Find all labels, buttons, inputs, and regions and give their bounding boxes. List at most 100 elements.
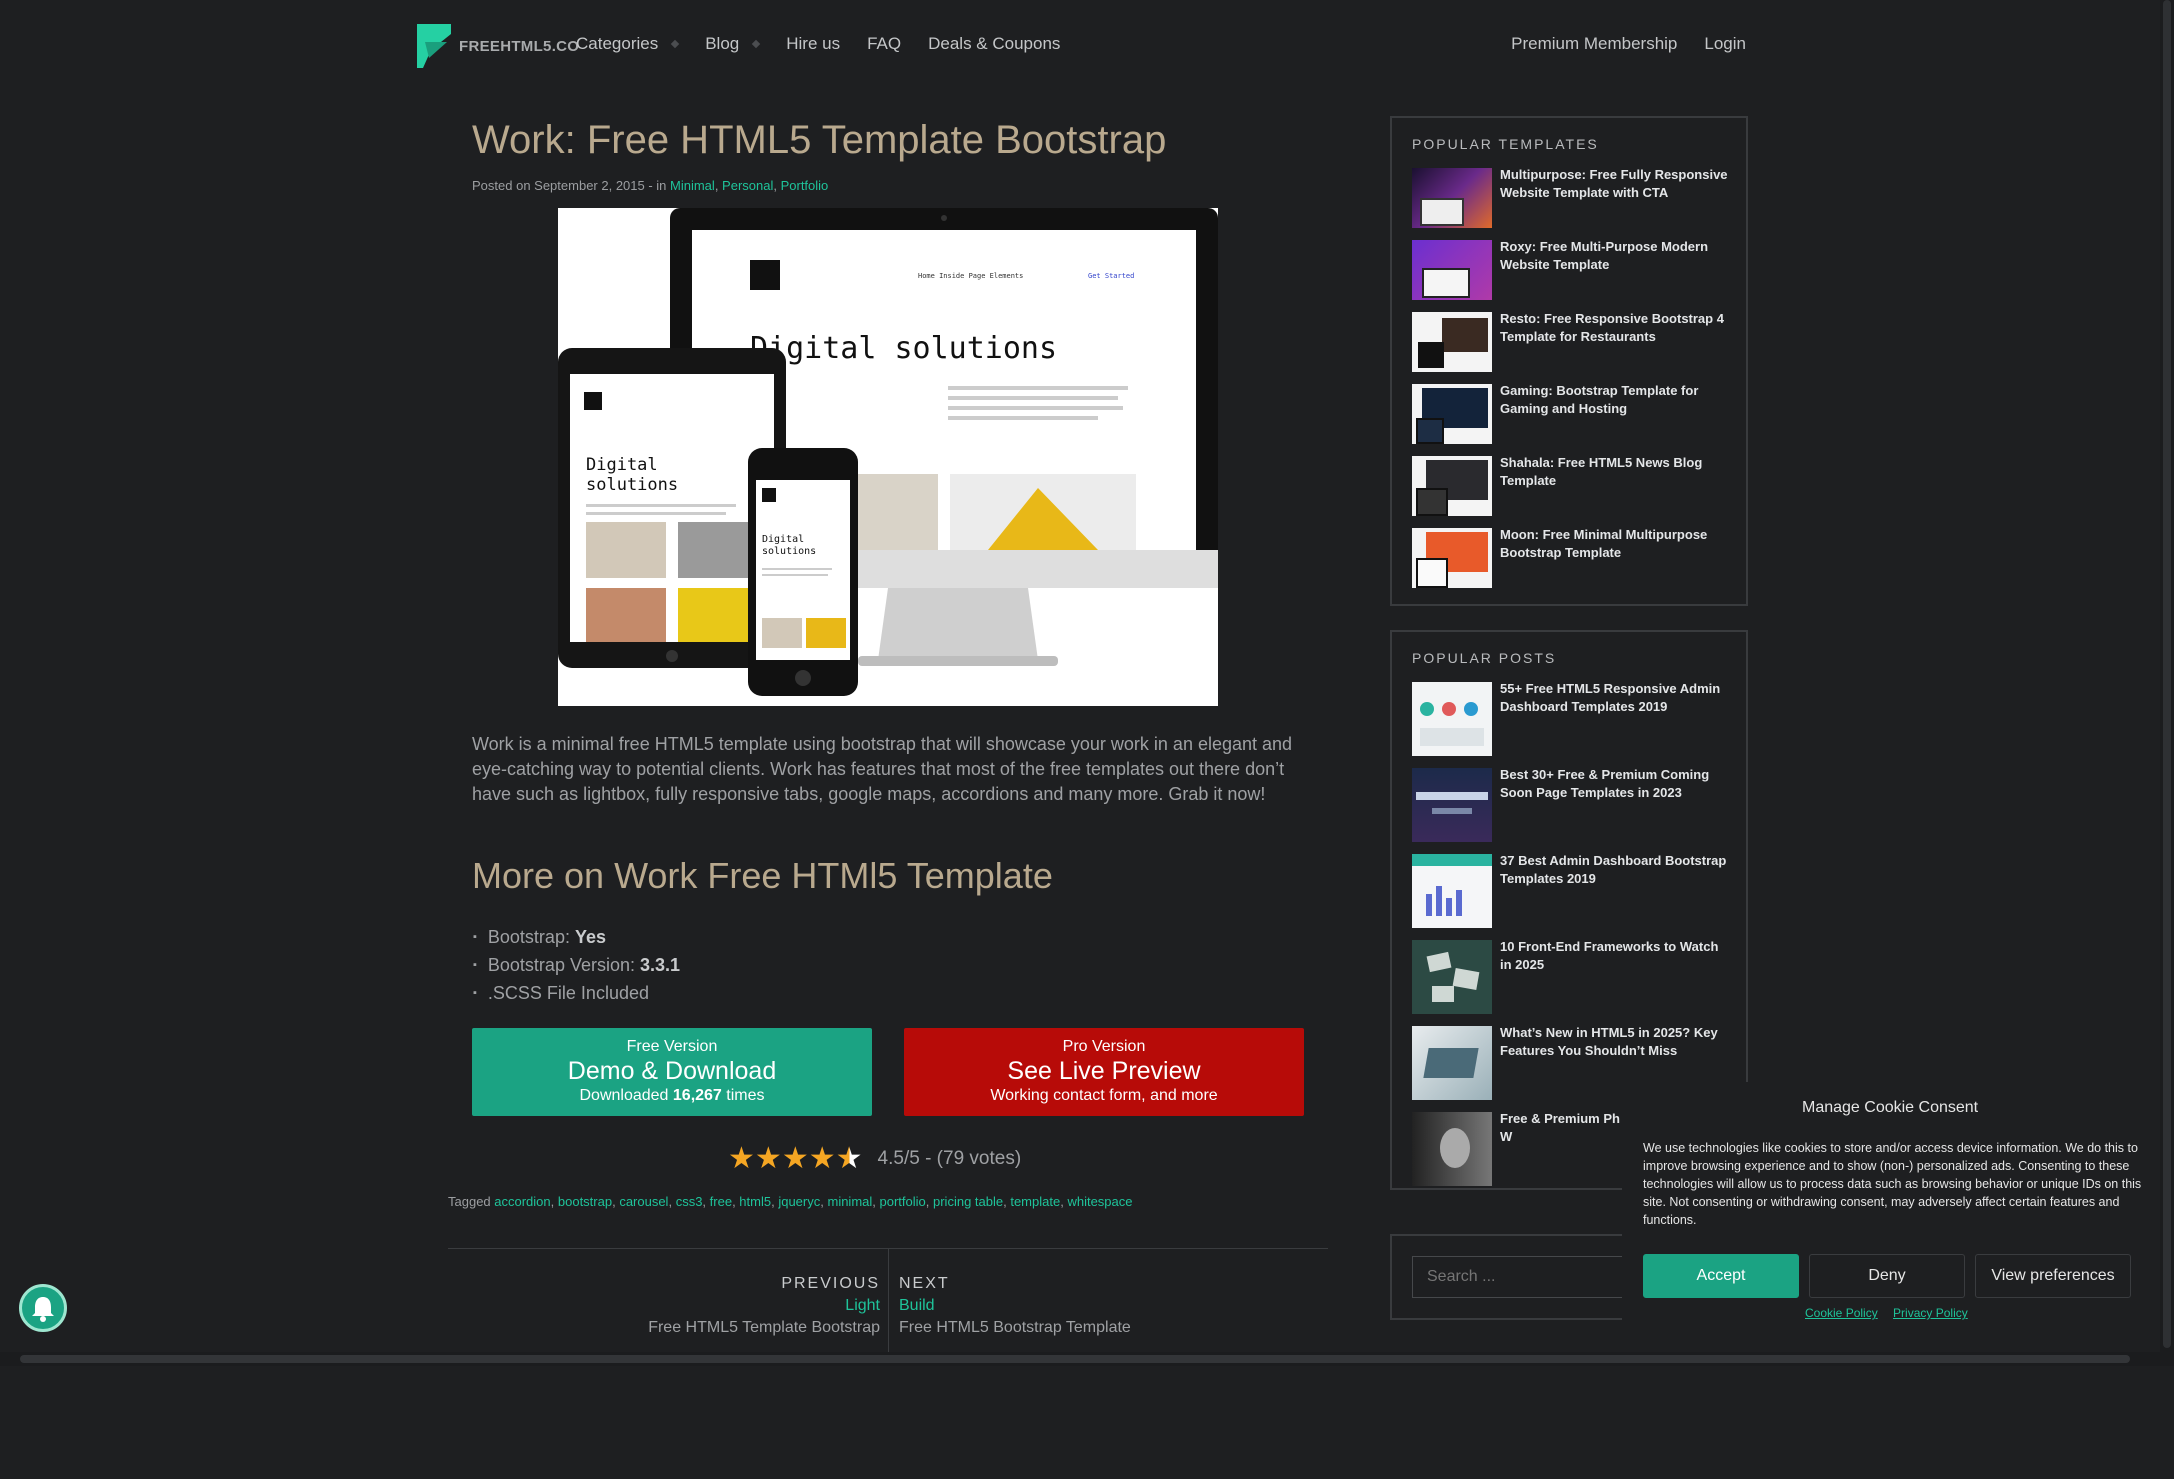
- dropdown-indicator-icon: [752, 39, 761, 49]
- list-item[interactable]: Moon: Free Minimal Multipurpose Bootstra…: [1412, 527, 1732, 588]
- count-prefix: Downloaded: [579, 1087, 673, 1104]
- button-label: Demo & Download: [567, 1057, 777, 1085]
- nav-direction-label: NEXT: [899, 1275, 950, 1292]
- list-item[interactable]: Gaming: Bootstrap Template for Gaming an…: [1412, 383, 1732, 444]
- scrollbar-thumb[interactable]: [20, 1355, 2130, 1363]
- item-title: Shahala: Free HTML5 News Blog Template: [1500, 455, 1703, 488]
- star-icon[interactable]: ★: [755, 1144, 782, 1174]
- svg-text:solutions: solutions: [586, 475, 678, 495]
- thumbnail: [1412, 240, 1492, 300]
- category-link[interactable]: Portfolio: [781, 178, 829, 193]
- tag-list: Tagged accordion, bootstrap, carousel, c…: [448, 1194, 1133, 1209]
- deny-button[interactable]: Deny: [1809, 1254, 1965, 1298]
- tag-link[interactable]: whitespace: [1067, 1194, 1132, 1209]
- thumbnail: [1412, 768, 1492, 842]
- item-title: Best 30+ Free & Premium Coming Soon Page…: [1500, 767, 1710, 800]
- tag-link[interactable]: free: [710, 1194, 732, 1209]
- button-label: See Live Preview: [1007, 1057, 1201, 1085]
- logo-text: FREEHTML5.CO: [459, 37, 580, 55]
- nav-categories[interactable]: Categories: [576, 34, 680, 54]
- tag-link[interactable]: minimal: [827, 1194, 872, 1209]
- item-title: Gaming: Bootstrap Template for Gaming an…: [1500, 383, 1699, 416]
- vertical-scrollbar[interactable]: [2160, 0, 2174, 1366]
- horizontal-scrollbar[interactable]: [0, 1352, 2174, 1366]
- view-preferences-button[interactable]: View preferences: [1975, 1254, 2131, 1298]
- star-rating[interactable]: ★ ★ ★ ★ ★: [728, 1144, 863, 1174]
- section-heading: More on Work Free HTMl5 Template: [472, 855, 1053, 896]
- item-title: 10 Front-End Frameworks to Watch in 2025: [1500, 939, 1719, 972]
- tag-link[interactable]: bootstrap: [558, 1194, 612, 1209]
- spec-value: 3.3.1: [640, 955, 681, 975]
- tag-link[interactable]: jqueryc: [778, 1194, 820, 1209]
- live-preview-button[interactable]: Pro Version See Live Preview Working con…: [904, 1028, 1304, 1116]
- nav-premium-membership[interactable]: Premium Membership: [1511, 34, 1677, 54]
- list-item[interactable]: Roxy: Free Multi-Purpose Modern Website …: [1412, 239, 1732, 300]
- nav-label: Categories: [576, 34, 659, 53]
- main-nav: Categories Blog Hire us FAQ Deals & Coup…: [576, 34, 1087, 54]
- tag-link[interactable]: accordion: [494, 1194, 550, 1209]
- tag-link[interactable]: html5: [739, 1194, 771, 1209]
- button-caption: Pro Version: [1062, 1038, 1146, 1055]
- article: Work: Free HTML5 Template Bootstrap Post…: [448, 112, 1328, 1359]
- nav-login[interactable]: Login: [1704, 34, 1746, 54]
- svg-text:Home Inside Page Elements: Home Inside Page Elements: [918, 272, 1023, 280]
- list-item[interactable]: Best 30+ Free & Premium Coming Soon Page…: [1412, 767, 1732, 842]
- tag-link[interactable]: template: [1010, 1194, 1060, 1209]
- nav-label: Blog: [705, 34, 740, 53]
- tag-link[interactable]: carousel: [619, 1194, 668, 1209]
- dropdown-indicator-icon: [670, 39, 680, 49]
- thumbnail: [1412, 168, 1492, 228]
- item-title: Moon: Free Minimal Multipurpose Bootstra…: [1500, 527, 1708, 560]
- cookie-text: We use technologies like cookies to stor…: [1643, 1141, 2142, 1227]
- widget-title: POPULAR TEMPLATES: [1412, 136, 1599, 152]
- category-link[interactable]: Minimal: [670, 178, 715, 193]
- half-star-icon[interactable]: ★: [836, 1144, 863, 1174]
- svg-text:Get Started: Get Started: [1088, 272, 1134, 280]
- demo-download-button[interactable]: Free Version Demo & Download Downloaded …: [472, 1028, 872, 1116]
- nav-blog[interactable]: Blog: [705, 34, 761, 54]
- hero-headline: Digital solutions: [750, 331, 1057, 366]
- thumbnail: [1412, 456, 1492, 516]
- list-item: .SCSS File Included: [488, 981, 680, 1009]
- nav-faq[interactable]: FAQ: [867, 34, 901, 54]
- list-item: Bootstrap Version: 3.3.1: [488, 953, 681, 981]
- list-item[interactable]: 55+ Free HTML5 Responsive Admin Dashboar…: [1412, 681, 1732, 756]
- list-item[interactable]: 37 Best Admin Dashboard Bootstrap Templa…: [1412, 853, 1732, 928]
- rating-widget: ★ ★ ★ ★ ★ 4.5/5 - (79 votes): [728, 1144, 1021, 1174]
- svg-text:Digital: Digital: [762, 534, 804, 545]
- star-icon[interactable]: ★: [809, 1144, 836, 1174]
- account-nav: Premium Membership Login: [1484, 34, 1746, 54]
- tags-prefix: Tagged: [448, 1194, 495, 1209]
- nav-deals[interactable]: Deals & Coupons: [928, 34, 1060, 54]
- scrollbar-thumb[interactable]: [2163, 0, 2171, 1348]
- tag-link[interactable]: css3: [676, 1194, 703, 1209]
- template-preview-image: Home Inside Page Elements Get Started Di…: [558, 208, 1218, 706]
- list-item[interactable]: Resto: Free Responsive Bootstrap 4 Templ…: [1412, 311, 1732, 372]
- list-item[interactable]: Multipurpose: Free Fully Responsive Webs…: [1412, 167, 1732, 228]
- item-title: 37 Best Admin Dashboard Bootstrap Templa…: [1500, 853, 1727, 886]
- list-item[interactable]: 10 Front-End Frameworks to Watch in 2025: [1412, 939, 1732, 1014]
- star-icon[interactable]: ★: [782, 1144, 809, 1174]
- site-logo[interactable]: FREEHTML5.CO: [417, 24, 579, 68]
- notification-bell-button[interactable]: [19, 1284, 67, 1332]
- next-post-link[interactable]: NEXT Build Free HTML5 Bootstrap Template: [899, 1275, 1131, 1337]
- nav-direction-label: PREVIOUS: [781, 1275, 880, 1292]
- spec-label: Bootstrap:: [487, 927, 575, 947]
- previous-post-link[interactable]: PREVIOUS Light Free HTML5 Template Boots…: [648, 1275, 880, 1337]
- page-title: Work: Free HTML5 Template Bootstrap: [472, 118, 1167, 162]
- post-name: Light: [845, 1297, 880, 1314]
- list-item[interactable]: Shahala: Free HTML5 News Blog Template: [1412, 455, 1732, 516]
- nav-hire-us[interactable]: Hire us: [786, 34, 840, 54]
- tag-link[interactable]: portfolio: [880, 1194, 926, 1209]
- tag-link[interactable]: pricing table: [933, 1194, 1003, 1209]
- cookie-policy-link[interactable]: Cookie Policy: [1805, 1306, 1878, 1320]
- rating-text: 4.5/5 - (79 votes): [877, 1148, 1022, 1169]
- category-link[interactable]: Personal: [722, 178, 773, 193]
- privacy-policy-link[interactable]: Privacy Policy: [1893, 1306, 1968, 1320]
- spec-value: Yes: [574, 927, 606, 947]
- spec-label: Bootstrap Version:: [487, 955, 640, 975]
- cookie-links: Cookie Policy Privacy Policy: [1805, 1306, 1980, 1320]
- accept-button[interactable]: Accept: [1643, 1254, 1799, 1298]
- svg-text:Digital: Digital: [586, 455, 658, 475]
- star-icon[interactable]: ★: [728, 1144, 755, 1174]
